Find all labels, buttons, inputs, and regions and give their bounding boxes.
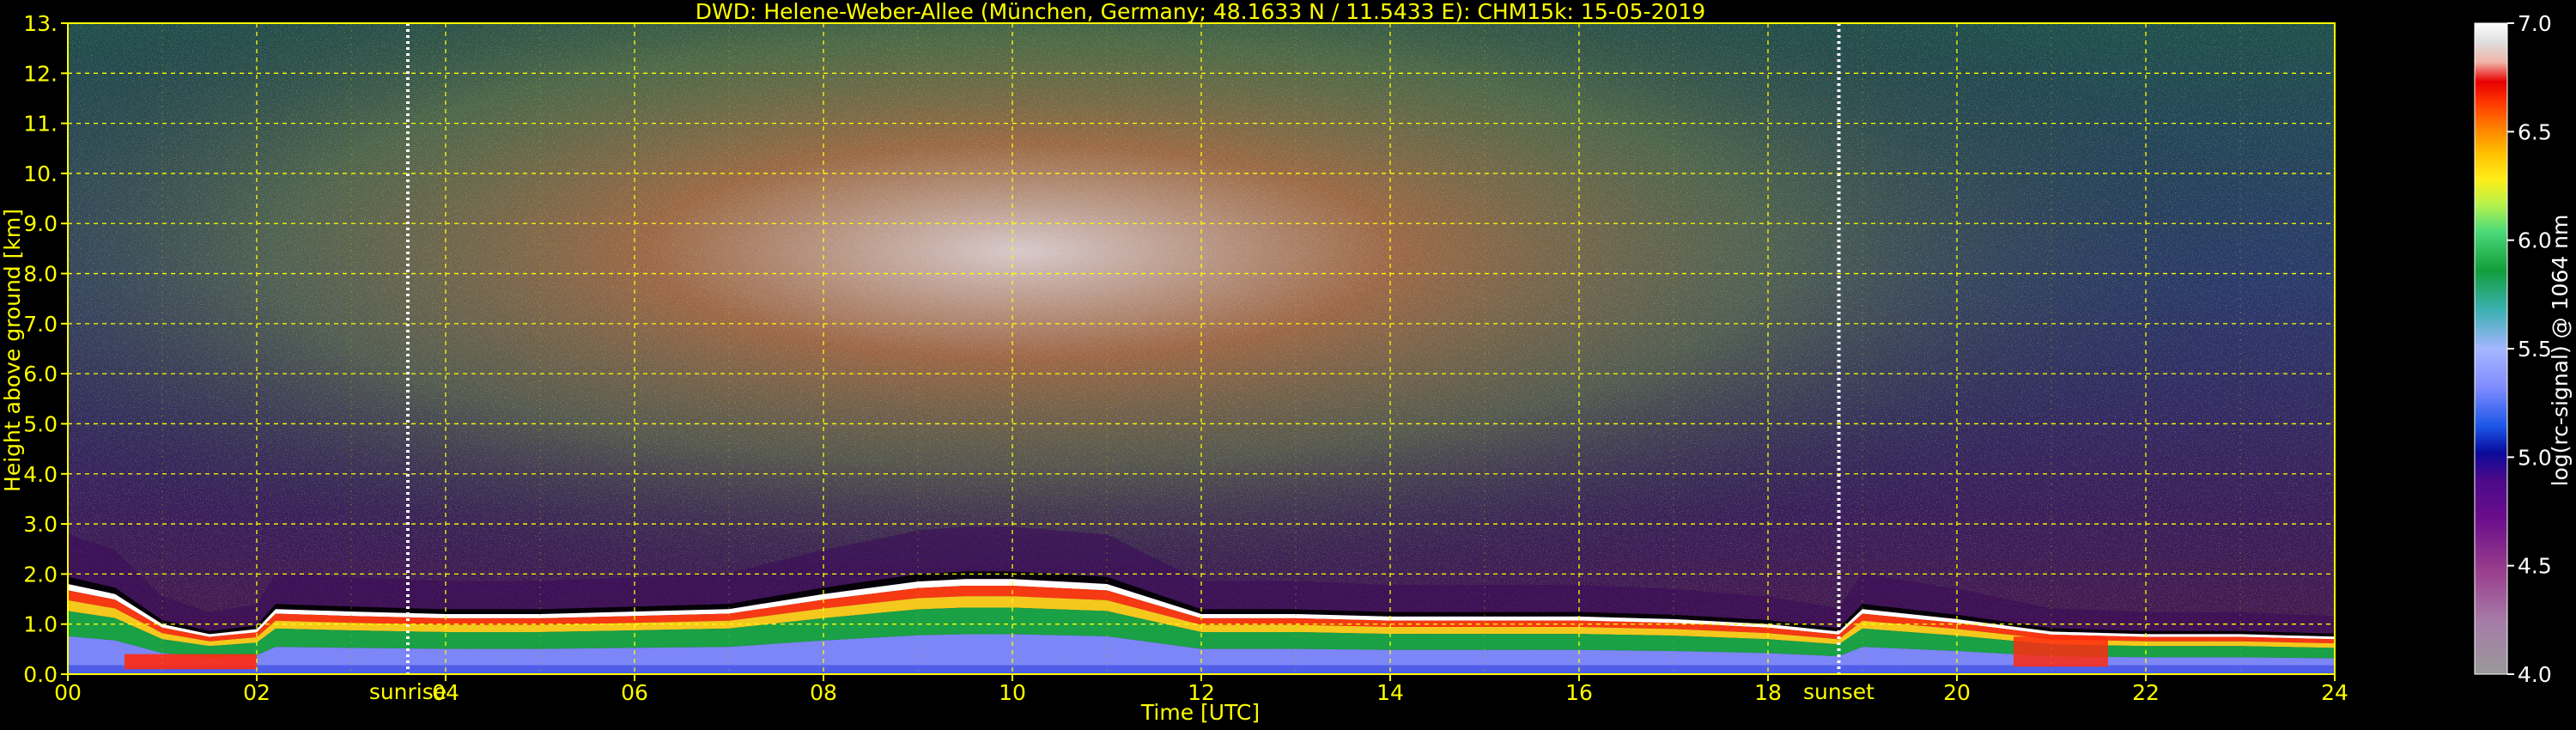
y-tick-label: 4.0 (23, 462, 58, 487)
y-tick-label: 6.0 (23, 362, 58, 386)
colorbar: 4.0 4.5 5.0 5.5 6.0 6.5 7.0 log(rc-signal) @ 1… (2474, 11, 2573, 687)
x-tick-label: 00 (54, 680, 82, 705)
colorbar-tick-label: 6.0 (2518, 228, 2552, 253)
y-tick-label: 10. (23, 161, 58, 186)
y-tick-label: 8.0 (23, 262, 58, 287)
x-tick-label: 10 (999, 680, 1026, 705)
y-axis-label: Height above ground [km] (0, 209, 25, 492)
y-tick-label: 2.0 (23, 562, 58, 587)
y-tick-label: 13. (23, 11, 58, 36)
x-tick-label: 08 (810, 680, 837, 705)
colorbar-tick-label: 4.0 (2518, 662, 2552, 687)
sunset-label: sunset (1803, 679, 1874, 704)
x-tick-label: 20 (1943, 680, 1971, 705)
y-tick-label: 9.0 (23, 211, 58, 236)
x-axis-label: Time [UTC] (1140, 700, 1260, 725)
colorbar-tick-label: 5.5 (2518, 337, 2552, 362)
ceilometer-chart: 0.0 1.0 2.0 3.0 4.0 5.0 6.0 7.0 8.0 9.0 10. 11. 12. 1… (0, 0, 2573, 725)
colorbar-tick-label: 7.0 (2518, 11, 2552, 36)
plot-area (67, 22, 2336, 675)
x-tick-label: 02 (243, 680, 270, 705)
sunrise-label: sunrise (369, 679, 447, 704)
layer-night-red (125, 654, 257, 670)
y-tick-label: 5.0 (23, 411, 58, 436)
y-tick-label: 3.0 (23, 512, 58, 537)
x-tick-label: 14 (1376, 680, 1404, 705)
x-tick-label: 24 (2321, 680, 2348, 705)
layer-evening-red (2014, 636, 2108, 667)
colorbar-label: log(rc-signal) @ 1064 nm (2548, 215, 2573, 487)
colorbar-tick-label: 6.5 (2518, 119, 2552, 144)
y-axis: 0.0 1.0 2.0 3.0 4.0 5.0 6.0 7.0 8.0 9.0 10. 11. 12. 1… (23, 11, 68, 687)
chart-title: DWD: Helene-Weber-Allee (München, German… (696, 0, 1705, 24)
x-tick-label: 16 (1565, 680, 1593, 705)
colorbar-tick-label: 4.5 (2518, 554, 2552, 579)
colorbar-tick-label: 5.0 (2518, 445, 2552, 470)
x-tick-label: 06 (621, 680, 648, 705)
y-tick-label: 0.0 (23, 662, 58, 687)
x-tick-label: 22 (2132, 680, 2160, 705)
y-tick-label: 7.0 (23, 312, 58, 337)
annotations: sunrise sunset (369, 679, 1874, 704)
y-tick-label: 1.0 (23, 612, 58, 637)
colorbar-gradient (2475, 23, 2507, 674)
x-tick-label: 18 (1754, 680, 1782, 705)
y-tick-label: 12. (23, 61, 58, 86)
y-tick-label: 11. (23, 112, 58, 137)
